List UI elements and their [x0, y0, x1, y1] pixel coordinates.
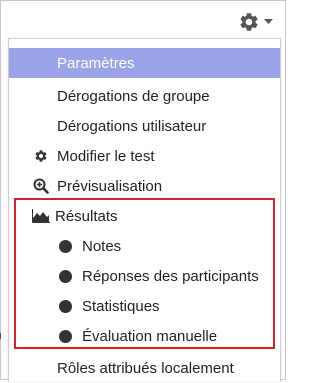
menu-item-label: Paramètres: [57, 54, 135, 72]
menu-item-modifier-test[interactable]: Modifier le test: [9, 141, 280, 171]
menu-item-parametres[interactable]: Paramètres: [9, 48, 280, 78]
caret-down-icon: [264, 19, 273, 24]
results-highlight-box: [14, 198, 275, 349]
menu-item-derogations-utilisateur[interactable]: Dérogations utilisateur: [9, 111, 280, 141]
menu-item-label: Modifier le test: [57, 147, 155, 165]
menu-item-label: Dérogations de groupe: [57, 87, 210, 105]
gear-icon: [35, 150, 47, 162]
edge-marker: [0, 333, 1, 339]
settings-menu-toggle[interactable]: [238, 8, 280, 36]
gear-icon: [240, 13, 258, 31]
menu-item-label: Prévisualisation: [57, 177, 163, 195]
menu-item-derogations-groupe[interactable]: Dérogations de groupe: [9, 81, 280, 111]
top-bar: [0, 0, 286, 40]
menu-item-label: Dérogations utilisateur: [57, 117, 207, 135]
menu-item-roles-attribues[interactable]: Rôles attribués localement: [9, 353, 280, 383]
menu-item-label: Rôles attribués localement: [57, 359, 234, 377]
menu-item-previsualisation[interactable]: Prévisualisation: [9, 171, 280, 201]
zoom-in-icon: [33, 178, 49, 194]
